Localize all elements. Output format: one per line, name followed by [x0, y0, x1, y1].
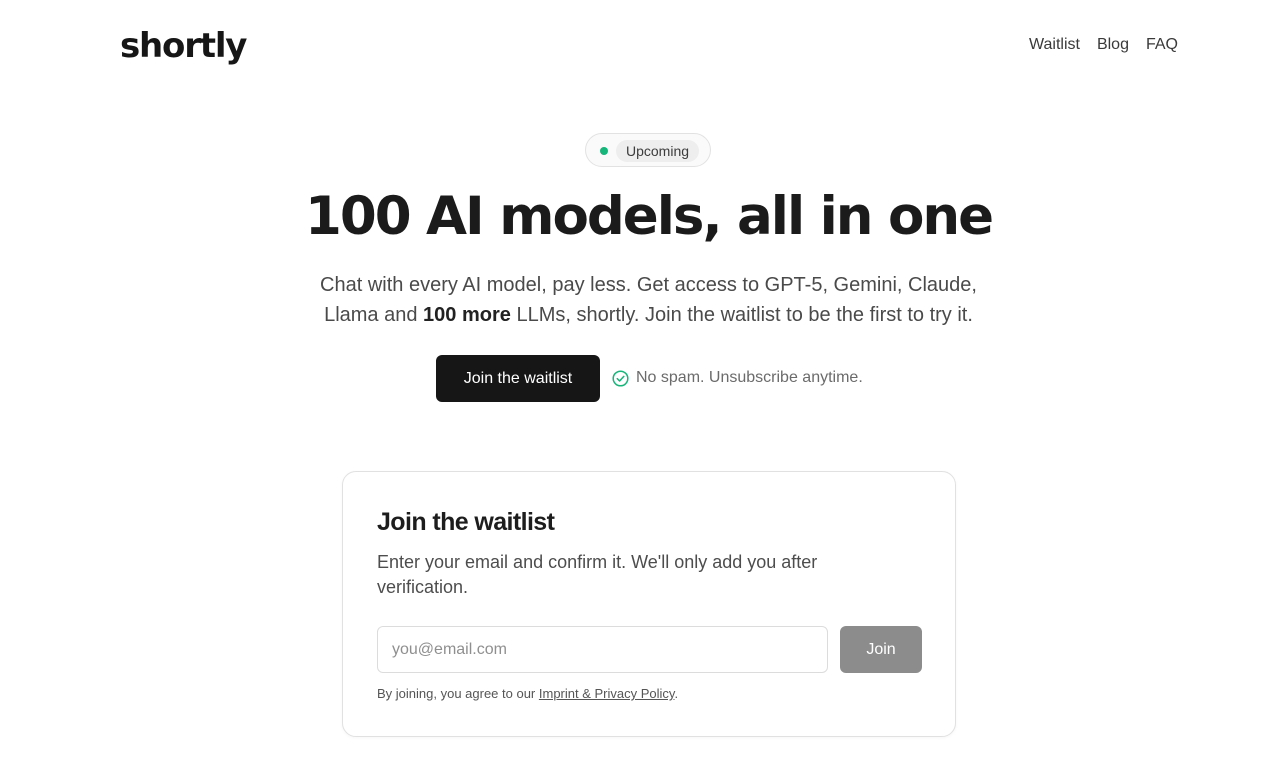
legal-note: By joining, you agree to our Imprint & P…: [377, 686, 678, 701]
hero-subtitle: Chat with every AI model, pay less. Get …: [300, 270, 997, 330]
nav-link-blog[interactable]: Blog: [1097, 36, 1129, 54]
status-badge-label: Upcoming: [616, 140, 700, 162]
privacy-policy-link[interactable]: Imprint & Privacy Policy: [539, 686, 675, 701]
nav-link-waitlist[interactable]: Waitlist: [1029, 36, 1080, 54]
waitlist-card-title: Join the waitlist: [377, 508, 555, 536]
waitlist-card: Join the waitlist Enter your email and c…: [342, 471, 956, 737]
legal-prefix: By joining, you agree to our: [377, 686, 539, 701]
check-circle-icon: [612, 369, 629, 387]
hero-subtitle-post: LLMs, shortly. Join the waitlist to be t…: [510, 304, 973, 326]
no-spam-text: No spam. Unsubscribe anytime.: [636, 369, 863, 386]
nav-link-faq[interactable]: FAQ: [1146, 36, 1178, 54]
status-badge: Upcoming: [585, 133, 711, 167]
hero-subtitle-line1: Chat with every AI model, pay less. Get …: [320, 274, 977, 296]
hero-subtitle-bold: 100 more: [423, 304, 511, 326]
legal-suffix: .: [674, 686, 679, 701]
hero-title: 100 AI models, all in one: [304, 186, 994, 247]
join-waitlist-button[interactable]: Join the waitlist: [436, 355, 600, 402]
hero-subtitle-pre: Llama and: [324, 304, 424, 326]
waitlist-card-description: Enter your email and confirm it. We'll o…: [377, 552, 818, 597]
status-dot-icon: [600, 147, 608, 155]
email-input[interactable]: [377, 626, 828, 673]
no-spam-note: No spam. Unsubscribe anytime.: [612, 369, 863, 387]
brand-logo[interactable]: shortly: [120, 26, 247, 66]
site-header: shortly Waitlist Blog FAQ: [0, 0, 1280, 92]
top-nav: Waitlist Blog FAQ: [1029, 36, 1178, 54]
join-button[interactable]: Join: [840, 626, 922, 673]
